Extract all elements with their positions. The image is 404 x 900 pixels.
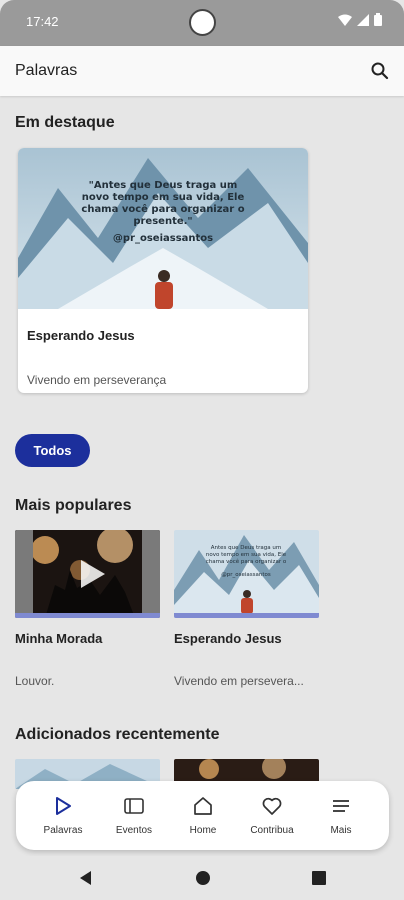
svg-text:Antes que Deus traga um: Antes que Deus traga um	[211, 545, 281, 551]
recent-section-title: Adicionados recentemente	[15, 726, 220, 743]
nav-label: Eventos	[115, 825, 153, 836]
mountain-image: Antes que Deus traga um novo tempo em su…	[174, 530, 319, 618]
page-title: Palavras	[15, 62, 78, 79]
heart-icon	[262, 797, 282, 815]
popular-item-subtitle: Vivendo em persevera...	[174, 674, 304, 688]
system-nav-bar	[0, 856, 404, 900]
play-icon	[56, 797, 71, 815]
nav-label: Palavras	[43, 825, 83, 836]
featured-card[interactable]: "Antes que Deus traga um novo tempo em s…	[18, 148, 308, 393]
battery-icon	[374, 13, 382, 26]
popular-item-thumbnail[interactable]: Antes que Deus traga um novo tempo em su…	[174, 530, 319, 618]
svg-text:presente.": presente."	[133, 216, 192, 227]
svg-text:@pr_oseiassantos: @pr_oseiassantos	[113, 233, 213, 244]
popular-item-subtitle: Louvor.	[15, 674, 55, 688]
camera-cutout	[189, 9, 216, 36]
popular-section-title: Mais populares	[15, 497, 132, 514]
nav-item-mais[interactable]: Mais	[306, 781, 376, 850]
back-icon[interactable]	[78, 870, 94, 886]
featured-section-title: Em destaque	[15, 114, 115, 131]
status-time: 17:42	[26, 14, 59, 29]
svg-text:novo tempo em sua vida, Ele: novo tempo em sua vida, Ele	[82, 192, 245, 203]
svg-text:chama você para organizar o: chama você para organizar o	[81, 203, 244, 215]
filter-chip-todos[interactable]: Todos	[15, 434, 90, 467]
concert-image	[15, 530, 160, 618]
app-bar: Palavras	[0, 46, 404, 96]
featured-image: "Antes que Deus traga um novo tempo em s…	[18, 148, 308, 309]
status-icons	[338, 13, 382, 26]
featured-card-subtitle: Vivendo em perseverança	[27, 373, 167, 387]
events-icon	[124, 798, 144, 814]
bottom-nav: Palavras Eventos Home Contribua Mais	[16, 781, 389, 850]
svg-text:novo tempo em sua vida, Ele: novo tempo em sua vida, Ele	[206, 552, 287, 558]
wifi-icon	[338, 14, 352, 26]
featured-card-title: Esperando Jesus	[27, 328, 135, 343]
svg-text:"Antes que Deus traga um: "Antes que Deus traga um	[89, 180, 238, 191]
nav-item-contribua[interactable]: Contribua	[237, 781, 307, 850]
thumbnail-progress-bar	[15, 613, 160, 618]
svg-text:@pr_oseiassantos: @pr_oseiassantos	[221, 572, 271, 578]
search-button[interactable]	[368, 59, 392, 83]
signal-icon	[357, 13, 369, 26]
thumbnail-progress-bar	[174, 613, 319, 618]
menu-icon	[333, 800, 349, 812]
nav-item-palavras[interactable]: Palavras	[28, 781, 98, 850]
home-button-icon[interactable]	[195, 870, 211, 886]
recents-icon[interactable]	[312, 871, 326, 885]
nav-label: Contribua	[250, 825, 294, 836]
nav-label: Home	[189, 825, 217, 836]
popular-item-title: Esperando Jesus	[174, 631, 282, 646]
home-icon	[194, 797, 212, 815]
nav-label: Mais	[330, 825, 352, 836]
search-icon	[371, 62, 389, 80]
popular-item-title: Minha Morada	[15, 631, 103, 646]
popular-item-thumbnail[interactable]	[15, 530, 160, 618]
nav-item-home[interactable]: Home	[168, 781, 238, 850]
status-bar: 17:42	[0, 0, 404, 46]
nav-item-eventos[interactable]: Eventos	[99, 781, 169, 850]
svg-text:chama você para organizar o: chama você para organizar o	[206, 558, 287, 565]
